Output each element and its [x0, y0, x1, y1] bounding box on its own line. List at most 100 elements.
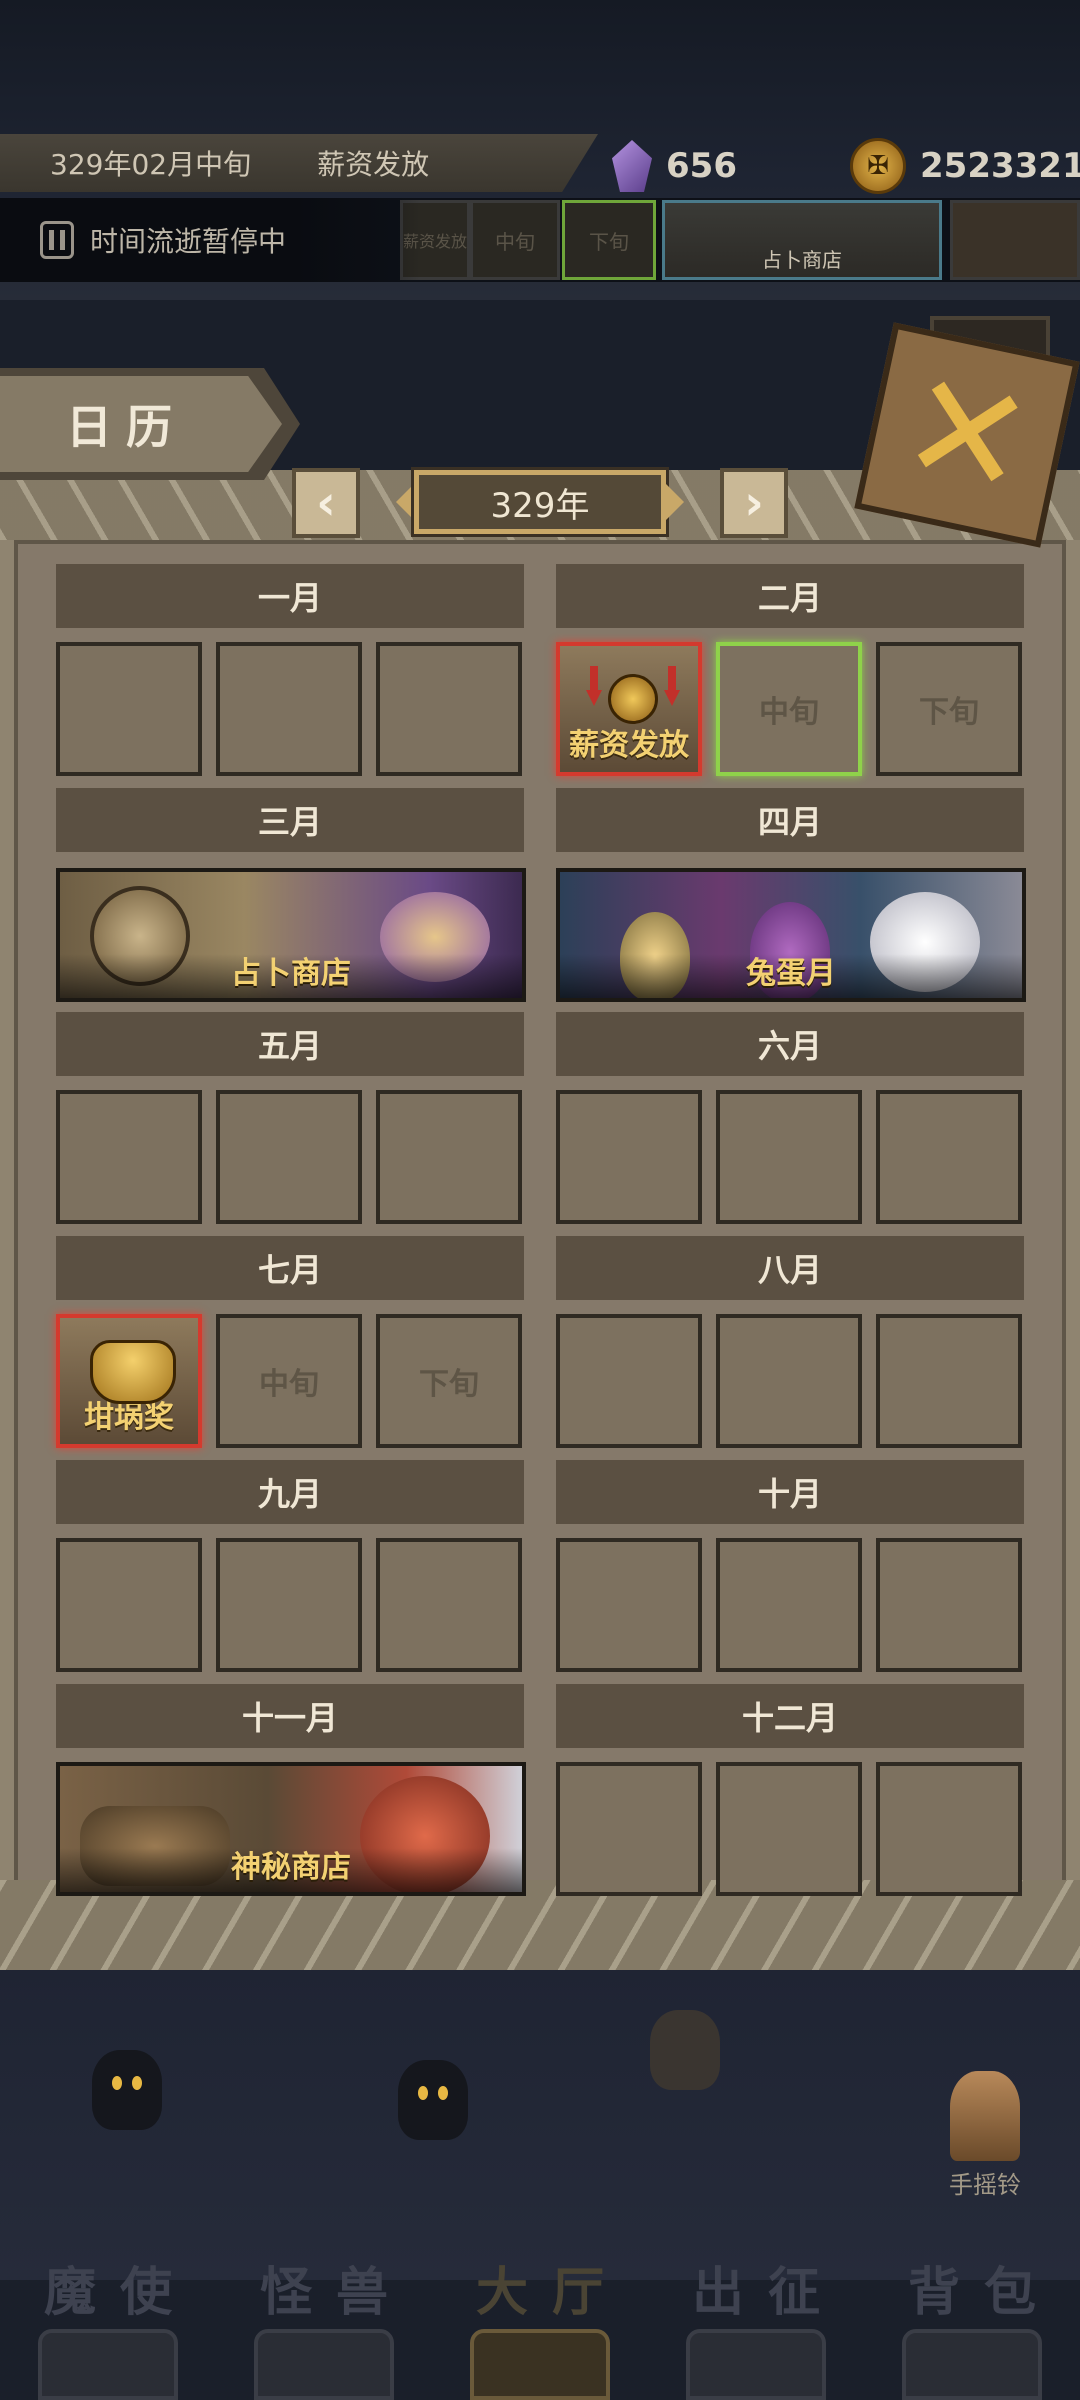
skull-icon — [38, 2329, 178, 2400]
month-header-sep: 九月 — [56, 1460, 524, 1524]
cell-sep-early[interactable] — [56, 1538, 202, 1672]
cell-jun-early[interactable] — [556, 1090, 702, 1224]
down-arrow-icon — [664, 666, 680, 706]
event-banner-divination-shop[interactable]: 占卜商店 — [56, 868, 526, 1002]
panel-title: 日历 — [0, 376, 282, 472]
nav-label: 魔使 — [43, 2263, 196, 2323]
bell-icon — [950, 2071, 1020, 2161]
cell-may-mid[interactable] — [216, 1090, 362, 1224]
year-label: 329年 — [490, 485, 590, 526]
cell-sep-late[interactable] — [376, 1538, 522, 1672]
current-date: 329年02月中旬 — [50, 148, 252, 181]
banner-label: 占卜商店 — [231, 956, 351, 991]
cell-oct-mid[interactable] — [716, 1538, 862, 1672]
year-display: 329年 — [411, 467, 669, 537]
cell-jul-early-crucible[interactable]: 坩埚奖 — [56, 1314, 202, 1448]
cell-oct-early[interactable] — [556, 1538, 702, 1672]
eye — [132, 2076, 142, 2090]
cell-jul-mid[interactable]: 中旬 — [216, 1314, 362, 1448]
cell-sep-mid[interactable] — [216, 1538, 362, 1672]
event-banner-rabbit-egg-month[interactable]: 兔蛋月 — [556, 868, 1026, 1002]
cell-jul-late[interactable]: 下旬 — [376, 1314, 522, 1448]
nav-item-demon-envoy[interactable]: 魔使 — [0, 2250, 216, 2400]
cell-may-early[interactable] — [56, 1090, 202, 1224]
adventurer-character[interactable] — [650, 2010, 720, 2090]
cell-oct-late[interactable] — [876, 1538, 1022, 1672]
cell-jun-mid[interactable] — [716, 1090, 862, 1224]
timeline-slot-divination-shop: 占卜商店 — [662, 200, 942, 280]
nav-label: 怪兽 — [259, 2263, 412, 2323]
eye — [418, 2086, 428, 2100]
close-button[interactable]: ✕ — [854, 322, 1080, 548]
nav-item-expedition[interactable]: 出征 — [648, 2250, 864, 2400]
timeline-label: 中旬 — [495, 229, 535, 254]
cell-feb-late[interactable]: 下旬 — [876, 642, 1022, 776]
next-year-button[interactable]: › — [720, 468, 788, 538]
crucible-jar-icon — [90, 1340, 176, 1404]
event-banner-mystery-shop[interactable]: 神秘商店 — [56, 1762, 526, 1896]
gem-count: 656 — [666, 146, 737, 186]
cell-jan-late[interactable] — [376, 642, 522, 776]
gem-icon — [612, 140, 652, 192]
close-icon: ✕ — [887, 336, 1047, 534]
cell-label: 中旬 — [759, 695, 819, 730]
banner-label: 兔蛋月 — [746, 956, 836, 991]
month-header-aug: 八月 — [556, 1236, 1024, 1300]
hall-icon — [470, 2329, 610, 2400]
bottom-nav: 魔使 怪兽 大厅 出征 背包 — [0, 2250, 1080, 2400]
banner-label: 神秘商店 — [231, 1850, 351, 1885]
month-header-jun: 六月 — [556, 1012, 1024, 1076]
eye — [112, 2076, 122, 2090]
month-header-may: 五月 — [56, 1012, 524, 1076]
cell-aug-mid[interactable] — [716, 1314, 862, 1448]
cell-dec-late[interactable] — [876, 1762, 1022, 1896]
pause-indicator[interactable]: 时间流逝暂停中 — [0, 198, 420, 282]
timeline-slot-next — [950, 200, 1080, 280]
monster-icon — [254, 2329, 394, 2400]
date-banner: 329年02月中旬 薪资发放 — [0, 134, 598, 192]
cell-dec-mid[interactable] — [716, 1762, 862, 1896]
gem-counter[interactable]: 656 — [612, 134, 737, 198]
timeline-label: 下旬 — [589, 229, 629, 254]
pause-text: 时间流逝暂停中 — [90, 225, 287, 258]
cell-dec-early[interactable] — [556, 1762, 702, 1896]
cell-feb-mid-current[interactable]: 中旬 — [716, 642, 862, 776]
chevron-left-icon: ‹ — [316, 475, 336, 531]
month-header-oct: 十月 — [556, 1460, 1024, 1524]
eye — [438, 2086, 448, 2100]
month-header-jul: 七月 — [56, 1236, 524, 1300]
prev-year-button[interactable]: ‹ — [292, 468, 360, 538]
current-event: 薪资发放 — [317, 148, 430, 181]
timeline-slot-mid: 中旬 — [470, 200, 560, 280]
salary-coin-icon — [608, 674, 658, 724]
monster-character[interactable] — [92, 2050, 162, 2130]
hand-bell-button[interactable]: 手摇铃 — [930, 2060, 1040, 2200]
monster-character[interactable] — [398, 2060, 468, 2140]
cell-may-late[interactable] — [376, 1090, 522, 1224]
cell-aug-early[interactable] — [556, 1314, 702, 1448]
cell-feb-early-salary[interactable]: 薪资发放 — [556, 642, 702, 776]
month-header-apr: 四月 — [556, 788, 1024, 852]
gold-coin-icon: ✠ — [850, 138, 906, 194]
backpack-icon — [902, 2329, 1042, 2400]
bell-label: 手摇铃 — [949, 2171, 1021, 2199]
nav-item-hall[interactable]: 大厅 — [432, 2250, 648, 2400]
nav-item-monster[interactable]: 怪兽 — [216, 2250, 432, 2400]
helmet-icon — [686, 2329, 826, 2400]
timeline-slot-late: 下旬 — [562, 200, 656, 280]
cell-label: 下旬 — [919, 695, 979, 730]
cell-label: 下旬 — [419, 1367, 479, 1402]
nav-item-backpack[interactable]: 背包 — [864, 2250, 1080, 2400]
cell-jan-mid[interactable] — [216, 642, 362, 776]
cell-jun-late[interactable] — [876, 1090, 1022, 1224]
timeline-label: 占卜商店 — [762, 248, 842, 272]
gold-counter[interactable]: ✠ 2523321 — [850, 134, 1080, 198]
month-header-dec: 十二月 — [556, 1684, 1024, 1748]
down-arrow-icon — [586, 666, 602, 706]
cell-jan-early[interactable] — [56, 642, 202, 776]
nav-label: 背包 — [907, 2263, 1060, 2323]
cell-label: 薪资发放 — [569, 728, 689, 763]
cell-aug-late[interactable] — [876, 1314, 1022, 1448]
pause-icon — [40, 221, 74, 259]
nav-label: 大厅 — [475, 2263, 628, 2323]
